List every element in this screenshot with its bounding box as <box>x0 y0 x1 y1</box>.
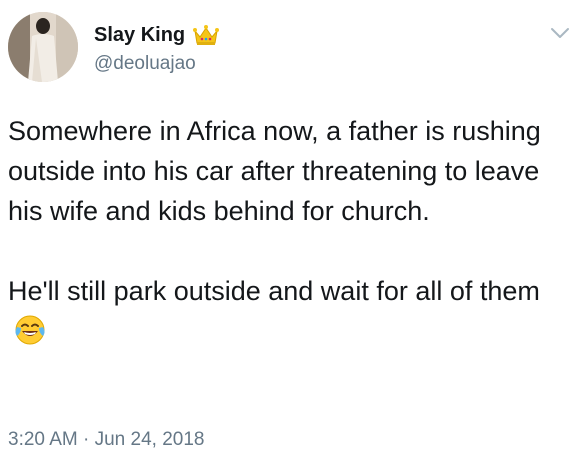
display-name[interactable]: Slay King <box>94 22 185 48</box>
avatar[interactable] <box>8 12 78 82</box>
author-name-row: Slay King <box>94 22 220 48</box>
tweet-card: Slay King @deoluajao Somewhere in Africa… <box>0 0 583 466</box>
crown-emoji-icon <box>193 24 220 46</box>
tweet-text: Somewhere in Africa now, a father is rus… <box>8 111 576 351</box>
avatar-image <box>8 12 78 82</box>
tweet-paragraph: He'll still park outside and wait for al… <box>8 271 576 351</box>
tweet-paragraph-text: He'll still park outside and wait for al… <box>8 276 540 306</box>
tweet-paragraph: Somewhere in Africa now, a father is rus… <box>8 116 541 226</box>
chevron-down-icon[interactable] <box>548 24 572 42</box>
face-with-tears-of-joy-icon <box>14 314 46 346</box>
handle[interactable]: @deoluajao <box>94 52 196 76</box>
timestamp[interactable]: 3:20 AM · Jun 24, 2018 <box>8 428 204 452</box>
